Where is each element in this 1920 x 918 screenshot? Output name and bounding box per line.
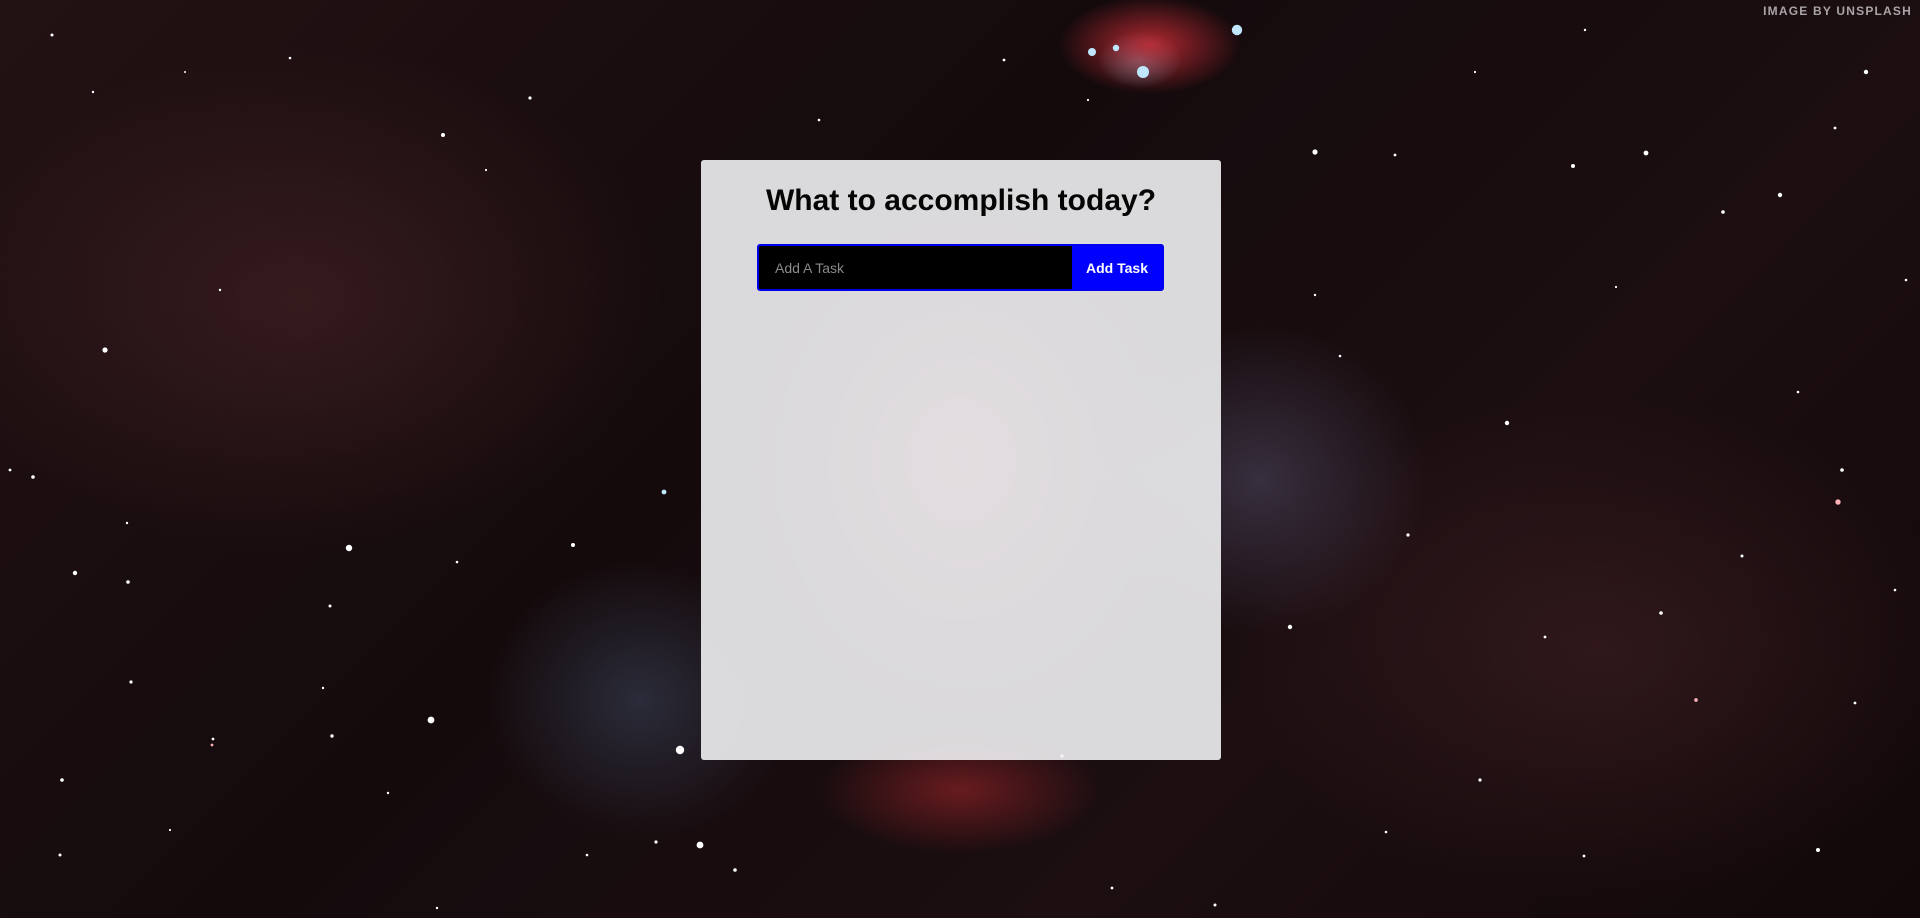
add-task-form: Add Task	[757, 244, 1164, 291]
image-credit: IMAGE BY UNSPLASH	[1763, 4, 1912, 18]
add-task-button[interactable]: Add Task	[1072, 246, 1162, 289]
todo-card: What to accomplish today? Add Task	[701, 160, 1221, 760]
task-input[interactable]	[759, 246, 1072, 289]
page-title: What to accomplish today?	[765, 184, 1157, 217]
